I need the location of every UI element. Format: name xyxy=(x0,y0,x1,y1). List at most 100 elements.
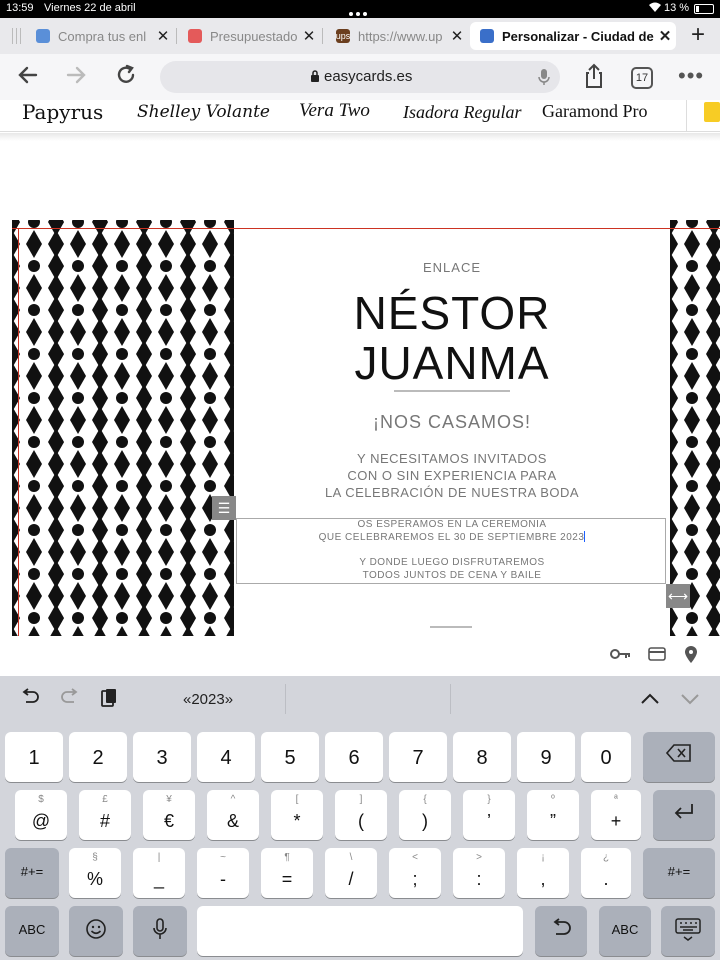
battery-icon xyxy=(694,4,714,14)
move-handle-icon[interactable]: ☰ xyxy=(212,496,236,520)
text-line: QUE CELEBRAREMOS EL 30 DE SEPTIEMBRE 202… xyxy=(234,531,670,544)
key-ampersand[interactable]: ^ & xyxy=(207,790,259,840)
card-divider xyxy=(394,390,510,392)
key-period[interactable]: ¿. xyxy=(581,848,631,898)
tab-count-button[interactable]: 17 xyxy=(631,67,653,89)
key-at[interactable]: $ @ xyxy=(15,790,67,840)
redo-icon[interactable] xyxy=(60,688,80,712)
undo-key[interactable] xyxy=(535,906,587,956)
abc-key-right[interactable]: ABC xyxy=(599,906,651,956)
key-5[interactable]: 5 xyxy=(261,732,319,782)
paste-icon[interactable] xyxy=(100,688,118,714)
new-tab-button[interactable]: + xyxy=(684,22,712,50)
multitasking-dots[interactable] xyxy=(349,7,371,16)
text-line: CON O SIN EXPERIENCIA PARA xyxy=(347,468,557,483)
tab-personalizar[interactable]: Personalizar - Ciudad de ✕ xyxy=(470,22,676,50)
font-picker: Papyrus Shelley Volante Vera Two Isadora… xyxy=(0,100,720,132)
back-arrow-icon xyxy=(18,66,38,84)
key-euro[interactable]: ¥ € xyxy=(143,790,195,840)
wifi-icon xyxy=(648,1,662,16)
key-quote[interactable]: º” xyxy=(527,790,579,840)
key-percent[interactable]: §% xyxy=(69,848,121,898)
divider xyxy=(686,100,687,132)
forward-button[interactable] xyxy=(62,63,90,91)
key-close-paren[interactable]: {) xyxy=(399,790,451,840)
tab-separator xyxy=(176,28,177,44)
key-4[interactable]: 4 xyxy=(197,732,255,782)
card-canvas[interactable]: ENLACE NÉSTOR JUANMA ¡NOS CASAMOS! Y NEC… xyxy=(12,220,720,636)
symbols-key-left[interactable]: #+= xyxy=(5,848,59,898)
key-6[interactable]: 6 xyxy=(325,732,383,782)
key-underscore[interactable]: | _ xyxy=(133,848,185,898)
close-icon[interactable]: ✕ xyxy=(446,27,468,45)
more-options-icon[interactable]: ••• xyxy=(678,63,704,89)
tab-ups[interactable]: ups https://www.up ✕ xyxy=(326,22,468,50)
close-icon[interactable]: ✕ xyxy=(152,27,174,45)
key-apostrophe[interactable]: }’ xyxy=(463,790,515,840)
key-1[interactable]: 1 xyxy=(5,732,63,782)
reload-button[interactable] xyxy=(112,63,140,91)
color-swatch[interactable] xyxy=(704,102,720,122)
key-semicolon[interactable]: <; xyxy=(389,848,441,898)
address-bar[interactable]: easycards.es xyxy=(160,61,560,93)
tab-separator xyxy=(20,28,21,44)
key-colon[interactable]: >: xyxy=(453,848,505,898)
card-paragraph-3[interactable]: Y DONDE LUEGO DISFRUTAREMOS TODOS JUNTOS… xyxy=(234,556,670,582)
autocorrect-suggestion[interactable]: «2023» xyxy=(183,691,233,708)
backspace-key[interactable] xyxy=(643,732,715,782)
resize-handle-icon[interactable]: ⟷ xyxy=(666,584,690,608)
tab-presupuestado[interactable]: Presupuestado ✕ xyxy=(178,22,320,50)
key-plus[interactable]: ª + xyxy=(591,790,641,840)
font-option[interactable]: Isadora Regular xyxy=(403,102,522,123)
key-9[interactable]: 9 xyxy=(517,732,575,782)
key-icon[interactable] xyxy=(610,646,632,666)
return-key[interactable] xyxy=(653,790,715,840)
share-button[interactable] xyxy=(580,63,608,91)
key-7[interactable]: 7 xyxy=(389,732,447,782)
card-paragraph-2[interactable]: OS ESPERAMOS EN LA CEREMONIA QUE CELEBRA… xyxy=(234,518,670,544)
previous-field-icon[interactable] xyxy=(640,688,660,711)
next-field-icon[interactable] xyxy=(680,688,700,711)
key-open-paren[interactable]: ]( xyxy=(335,790,387,840)
close-icon[interactable]: ✕ xyxy=(654,27,676,45)
key-3[interactable]: 3 xyxy=(133,732,191,782)
emoji-key[interactable] xyxy=(69,906,123,956)
key-slash[interactable]: \ / xyxy=(325,848,377,898)
tab-favicon-icon xyxy=(480,29,494,43)
space-bar[interactable] xyxy=(197,906,523,956)
close-icon[interactable]: ✕ xyxy=(298,27,320,45)
key-asterisk[interactable]: [* xyxy=(271,790,323,840)
font-option[interactable]: Shelley Volante xyxy=(137,102,270,122)
font-option[interactable]: Papyrus xyxy=(22,100,103,124)
forward-arrow-icon xyxy=(66,66,86,84)
text-line: OS ESPERAMOS EN LA CEREMONIA xyxy=(357,519,547,530)
pattern-panel-left xyxy=(12,220,234,636)
key-comma[interactable]: ¡, xyxy=(517,848,569,898)
key-equals[interactable]: ¶ = xyxy=(261,848,313,898)
key-8[interactable]: 8 xyxy=(453,732,511,782)
undo-icon[interactable] xyxy=(20,688,40,712)
card-subtitle[interactable]: ¡NOS CASAMOS! xyxy=(234,412,670,433)
abc-key-left[interactable]: ABC xyxy=(5,906,59,956)
font-option[interactable]: Garamond Pro xyxy=(542,101,647,122)
key-0[interactable]: 0 xyxy=(581,732,631,782)
key-2[interactable]: 2 xyxy=(69,732,127,782)
card-eyebrow[interactable]: ENLACE xyxy=(234,260,670,275)
location-pin-icon[interactable] xyxy=(684,646,698,669)
text-line: QUE CELEBRAREMOS EL 30 DE SEPTIEMBRE 202… xyxy=(318,532,585,543)
key-hash[interactable]: £ # xyxy=(79,790,131,840)
font-option[interactable]: Vera Two xyxy=(299,100,370,122)
card-paragraph-1[interactable]: Y NECESITAMOS INVITADOS CON O SIN EXPERI… xyxy=(234,450,670,501)
credit-card-icon[interactable] xyxy=(648,646,666,666)
back-button[interactable] xyxy=(14,63,42,91)
symbols-key-right[interactable]: #+= xyxy=(643,848,715,898)
battery-percent: 13 % xyxy=(664,2,690,14)
card-name-2[interactable]: JUANMA xyxy=(234,336,670,390)
dictation-key[interactable] xyxy=(133,906,187,956)
microphone-icon[interactable] xyxy=(538,68,550,89)
card-name-1[interactable]: NÉSTOR xyxy=(234,286,670,340)
tab-title: Personalizar - Ciudad de xyxy=(502,28,654,44)
tab-compra[interactable]: Compra tus enl ✕ xyxy=(26,22,174,50)
hide-keyboard-key[interactable] xyxy=(661,906,715,956)
key-hyphen[interactable]: ~ - xyxy=(197,848,249,898)
